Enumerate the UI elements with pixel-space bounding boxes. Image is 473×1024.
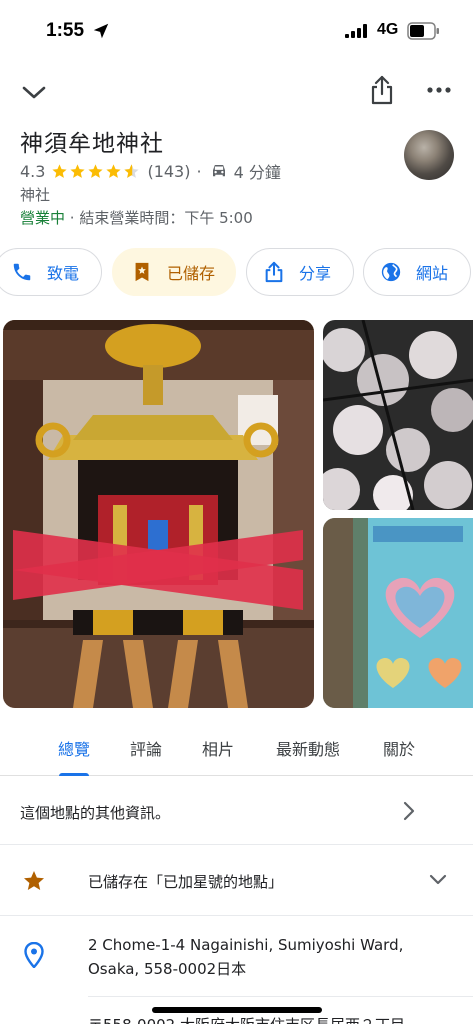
review-count: (143) — [147, 161, 191, 181]
photo-heart-board[interactable] — [323, 518, 473, 708]
status-bar: 1:55 4G — [0, 0, 473, 62]
active-tab-indicator — [59, 773, 89, 776]
location-arrow-icon — [93, 23, 109, 39]
place-tabs: 總覽 評論 相片 最新動態 關於 — [0, 724, 473, 776]
star-full-icon — [88, 163, 104, 178]
globe-icon — [381, 262, 401, 282]
local-address-row[interactable]: 〒558-0002 大阪府大阪市住吉区長居西２丁目 — [0, 1012, 473, 1024]
address-line-2: Osaka, 558-0002日本 — [88, 960, 247, 978]
saved-button[interactable]: 已儲存 — [112, 248, 236, 296]
action-chips: 致電 已儲存 分享 網站 — [0, 248, 473, 296]
saved-label: 已儲存 — [167, 264, 216, 283]
share-icon — [265, 261, 283, 283]
phone-icon — [13, 263, 31, 281]
more-icon[interactable] — [424, 80, 454, 100]
address-line-1: 2 Chome-1-4 Nagainishi, Sumiyoshi Ward, — [88, 936, 404, 954]
photo-cherry-blossoms[interactable] — [323, 320, 473, 510]
website-button[interactable]: 網站 — [363, 248, 471, 296]
tab-updates[interactable]: 最新動態 — [276, 736, 340, 760]
rating-row[interactable]: 4.3 (143) · 4 分鐘 — [20, 160, 281, 183]
home-indicator[interactable] — [152, 1007, 322, 1013]
photo-mikoshi[interactable] — [3, 320, 314, 708]
address-local: 〒558-0002 大阪府大阪市住吉区長居西２丁目 — [88, 1014, 405, 1024]
hours-row[interactable]: 營業中 · 結束營業時間：下午 5:00 — [20, 207, 253, 228]
chevron-down-icon[interactable] — [20, 78, 48, 106]
more-info-label: 這個地點的其他資訊。 — [20, 804, 171, 822]
signal-icon — [345, 24, 367, 38]
drive-time: 4 分鐘 — [233, 163, 281, 182]
tab-about[interactable]: 關於 — [383, 736, 415, 760]
mikoshi-image — [3, 320, 314, 708]
place-thumbnail[interactable] — [404, 130, 454, 180]
open-status: 營業中 — [20, 209, 66, 227]
closing-time: · 結束營業時間：下午 5:00 — [65, 209, 253, 227]
chevron-down-icon — [429, 874, 447, 885]
star-partial-icon — [124, 163, 140, 178]
share-button[interactable]: 分享 — [246, 248, 354, 296]
call-label: 致電 — [47, 264, 80, 283]
bookmark-star-icon — [135, 262, 149, 282]
heart-board-image — [323, 518, 473, 708]
star-full-icon — [106, 163, 122, 178]
place-category: 神社 — [20, 186, 51, 204]
separator-dot: · — [196, 161, 202, 181]
cherry-blossom-image — [323, 320, 473, 510]
car-icon — [212, 165, 225, 177]
saved-list-label: 已儲存在「已加星號的地點」 — [88, 873, 284, 891]
place-title: 神須牟地神社 — [20, 131, 164, 157]
star-full-icon — [52, 163, 68, 178]
tab-photos[interactable]: 相片 — [202, 736, 234, 760]
rating-value: 4.3 — [20, 161, 46, 181]
call-button[interactable]: 致電 — [0, 248, 102, 296]
share-label: 分享 — [299, 264, 332, 283]
location-pin-icon — [24, 942, 44, 968]
network-type: 4G — [377, 21, 399, 38]
more-info-row[interactable]: 這個地點的其他資訊。 — [0, 778, 473, 844]
star-icon — [24, 871, 44, 890]
address-row[interactable]: 2 Chome-1-4 Nagainishi, Sumiyoshi Ward, … — [0, 916, 473, 996]
website-label: 網站 — [416, 264, 449, 283]
share-icon[interactable] — [368, 74, 396, 106]
tab-overview[interactable]: 總覽 — [58, 736, 90, 760]
battery-icon — [407, 22, 439, 40]
photo-gallery — [0, 320, 473, 710]
chevron-right-icon — [403, 801, 415, 821]
divider — [88, 996, 473, 997]
tab-reviews[interactable]: 評論 — [130, 736, 162, 760]
top-action-bar — [0, 70, 473, 114]
rating-stars — [51, 163, 141, 180]
status-time: 1:55 — [46, 20, 85, 41]
saved-list-row[interactable]: 已儲存在「已加星號的地點」 — [0, 845, 473, 915]
star-full-icon — [70, 163, 86, 178]
